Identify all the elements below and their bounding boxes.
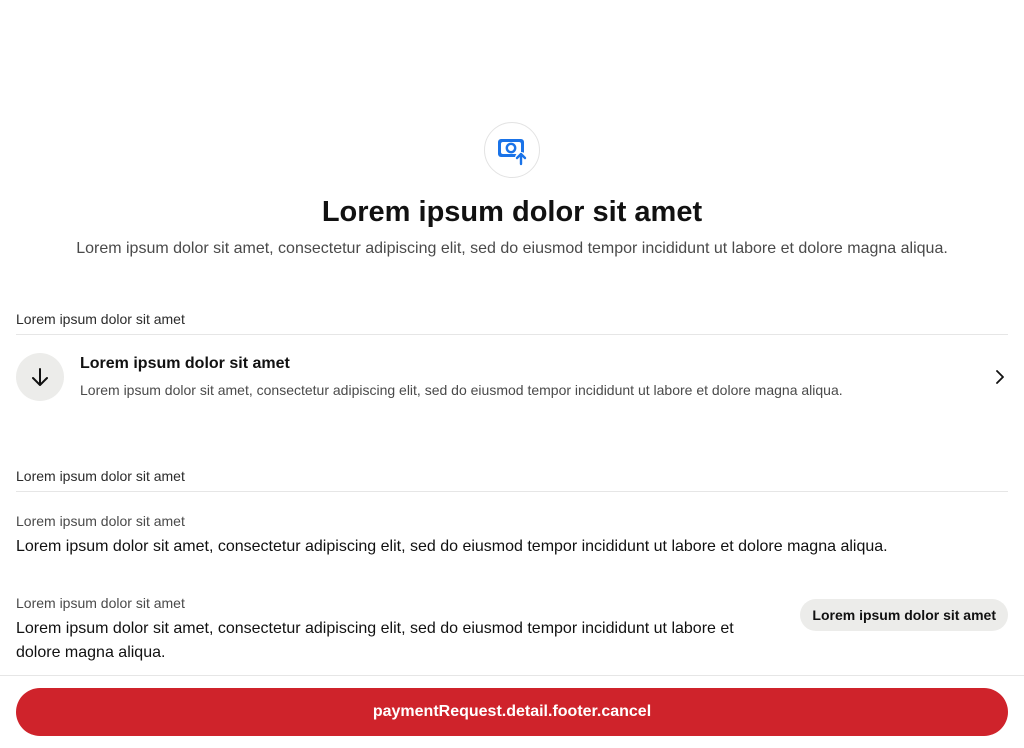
detail-label: Lorem ipsum dolor sit amet: [16, 595, 185, 611]
section-divider: [16, 334, 1008, 335]
payment-request-detail: Lorem ipsum dolor sit amet Lorem ipsum d…: [0, 0, 1024, 748]
footer: paymentRequest.detail.footer.cancel: [0, 675, 1024, 748]
detail-label: Lorem ipsum dolor sit amet: [16, 513, 185, 529]
camera-upload-icon: [484, 122, 540, 178]
action-list-item[interactable]: Lorem ipsum dolor sit amet Lorem ipsum d…: [16, 344, 1008, 410]
detail-action-button[interactable]: Lorem ipsum dolor sit amet: [800, 599, 1008, 631]
detail-value: Lorem ipsum dolor sit amet, consectetur …: [16, 538, 888, 555]
chevron-right-icon: [992, 367, 1008, 387]
cancel-button[interactable]: paymentRequest.detail.footer.cancel: [16, 688, 1008, 736]
action-title: Lorem ipsum dolor sit amet: [80, 355, 290, 372]
section-header: Lorem ipsum dolor sit amet: [16, 468, 185, 484]
section-header: Lorem ipsum dolor sit amet: [16, 311, 185, 327]
page-subtitle: Lorem ipsum dolor sit amet, consectetur …: [76, 240, 948, 257]
page-title: Lorem ipsum dolor sit amet: [321, 196, 703, 228]
detail-value-line: Lorem ipsum dolor sit amet, consectetur …: [16, 620, 734, 637]
detail-value-line: dolore magna aliqua.: [16, 644, 166, 661]
action-description: Lorem ipsum dolor sit amet, consectetur …: [80, 382, 843, 398]
arrow-down-icon: [16, 353, 64, 401]
section-divider: [16, 491, 1008, 492]
